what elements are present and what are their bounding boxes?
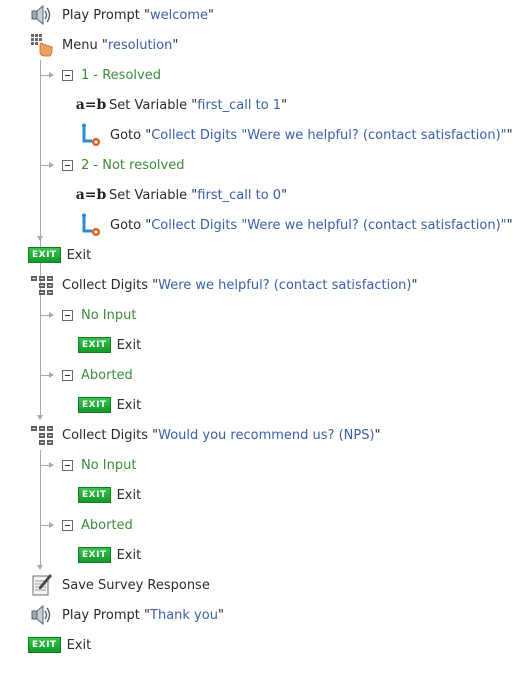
- node-value: Would you recommend us? (NPS): [158, 427, 375, 443]
- branch1-arrow: [49, 72, 54, 78]
- collect1-aborted-arrow: [49, 372, 54, 378]
- goto-arrow-icon: [78, 213, 102, 237]
- keypad-digits-icon: [30, 423, 54, 447]
- node-play-prompt-welcome[interactable]: Play Prompt " welcome ": [30, 0, 214, 30]
- node-value: Collect Digits "Were we helpful? (contac…: [151, 127, 507, 143]
- collect2-tree-line: [40, 450, 41, 566]
- exit-badge-icon: EXIT: [28, 247, 61, 263]
- node-exit-1[interactable]: EXIT Exit: [28, 240, 91, 270]
- node-label: Set Variable: [109, 97, 188, 113]
- notepad-pencil-icon: [30, 573, 54, 597]
- node-save-survey-response[interactable]: Save Survey Response: [30, 570, 210, 600]
- node-goto-2[interactable]: Goto " Collect Digits "Were we helpful? (…: [78, 210, 512, 240]
- speaker-icon: [30, 603, 54, 627]
- branch-label: No Input: [81, 457, 137, 473]
- node-value: resolution: [107, 37, 173, 53]
- branch-label: 1 - Resolved: [81, 67, 161, 83]
- exit-badge-icon: EXIT: [28, 637, 61, 653]
- branch-aborted-2[interactable]: Aborted: [62, 510, 133, 540]
- collapse-toggle-icon[interactable]: [62, 69, 73, 81]
- node-exit-aborted-2[interactable]: EXIT Exit: [78, 540, 141, 570]
- collapse-toggle-icon[interactable]: [62, 309, 73, 321]
- node-label: Collect Digits: [62, 427, 148, 443]
- node-label: Exit: [116, 487, 142, 503]
- branch-label: Aborted: [81, 517, 133, 533]
- node-label: Exit: [116, 547, 142, 563]
- collect1-tree-line: [40, 300, 41, 416]
- node-value: first_call to 0: [197, 187, 282, 203]
- collect2-noinput-arrow: [49, 462, 54, 468]
- node-label: Collect Digits: [62, 277, 148, 293]
- node-exit-aborted-1[interactable]: EXIT Exit: [78, 390, 141, 420]
- node-label: Play Prompt: [62, 7, 140, 23]
- node-label: Goto: [110, 217, 142, 233]
- collapse-toggle-icon[interactable]: [62, 519, 73, 531]
- menu-keypad-hand-icon: [30, 33, 54, 57]
- node-label: Exit: [66, 247, 92, 263]
- exit-badge-icon: EXIT: [78, 337, 111, 353]
- node-exit-noinput-2[interactable]: EXIT Exit: [78, 480, 141, 510]
- collect1-noinput-arrow: [49, 312, 54, 318]
- node-play-prompt-thank-you[interactable]: Play Prompt " Thank you ": [30, 600, 224, 630]
- collapse-toggle-icon[interactable]: [62, 459, 73, 471]
- branch-aborted-1[interactable]: Aborted: [62, 360, 133, 390]
- node-value: Were we helpful? (contact satisfaction): [158, 277, 412, 293]
- node-value: first_call to 1: [197, 97, 282, 113]
- node-value: Thank you: [150, 607, 218, 623]
- node-set-variable-1[interactable]: a=b Set Variable " first_call to 1 ": [75, 90, 287, 120]
- exit-badge-icon: EXIT: [78, 547, 111, 563]
- node-label: Goto: [110, 127, 142, 143]
- node-set-variable-2[interactable]: a=b Set Variable " first_call to 0 ": [75, 180, 287, 210]
- branch-label: No Input: [81, 307, 137, 323]
- branch-label: Aborted: [81, 367, 133, 383]
- branch-2-not-resolved[interactable]: 2 - Not resolved: [62, 150, 184, 180]
- node-value: welcome: [150, 7, 209, 23]
- exit-badge-icon: EXIT: [78, 487, 111, 503]
- exit-badge-icon: EXIT: [78, 397, 111, 413]
- node-label: Exit: [116, 397, 142, 413]
- node-collect-digits-helpful[interactable]: Collect Digits " Were we helpful? (contac…: [30, 270, 417, 300]
- node-exit-noinput-1[interactable]: EXIT Exit: [78, 330, 141, 360]
- node-label: Menu: [62, 37, 98, 53]
- collect2-aborted-arrow: [49, 522, 54, 528]
- node-label: Play Prompt: [62, 607, 140, 623]
- node-label: Set Variable: [109, 187, 188, 203]
- branch-no-input-2[interactable]: No Input: [62, 450, 136, 480]
- collapse-toggle-icon[interactable]: [62, 369, 73, 381]
- node-menu-resolution[interactable]: Menu " resolution ": [30, 30, 178, 60]
- branch-label: 2 - Not resolved: [81, 157, 185, 173]
- branch2-arrow: [49, 162, 54, 168]
- collapse-toggle-icon[interactable]: [62, 159, 73, 171]
- branch-no-input-1[interactable]: No Input: [62, 300, 136, 330]
- set-variable-ab-icon: a=b: [75, 187, 107, 203]
- node-label: Save Survey Response: [62, 577, 210, 593]
- branch-1-resolved[interactable]: 1 - Resolved: [62, 60, 161, 90]
- goto-arrow-icon: [78, 123, 102, 147]
- node-goto-1[interactable]: Goto " Collect Digits "Were we helpful? (…: [78, 120, 512, 150]
- set-variable-ab-icon: a=b: [75, 97, 107, 113]
- speaker-icon: [30, 3, 54, 27]
- node-collect-digits-nps[interactable]: Collect Digits " Would you recommend us? …: [30, 420, 381, 450]
- node-value: Collect Digits "Were we helpful? (contac…: [151, 217, 507, 233]
- node-label: Exit: [116, 337, 142, 353]
- node-label: Exit: [66, 637, 92, 653]
- node-exit-2[interactable]: EXIT Exit: [28, 630, 91, 660]
- keypad-digits-icon: [30, 273, 54, 297]
